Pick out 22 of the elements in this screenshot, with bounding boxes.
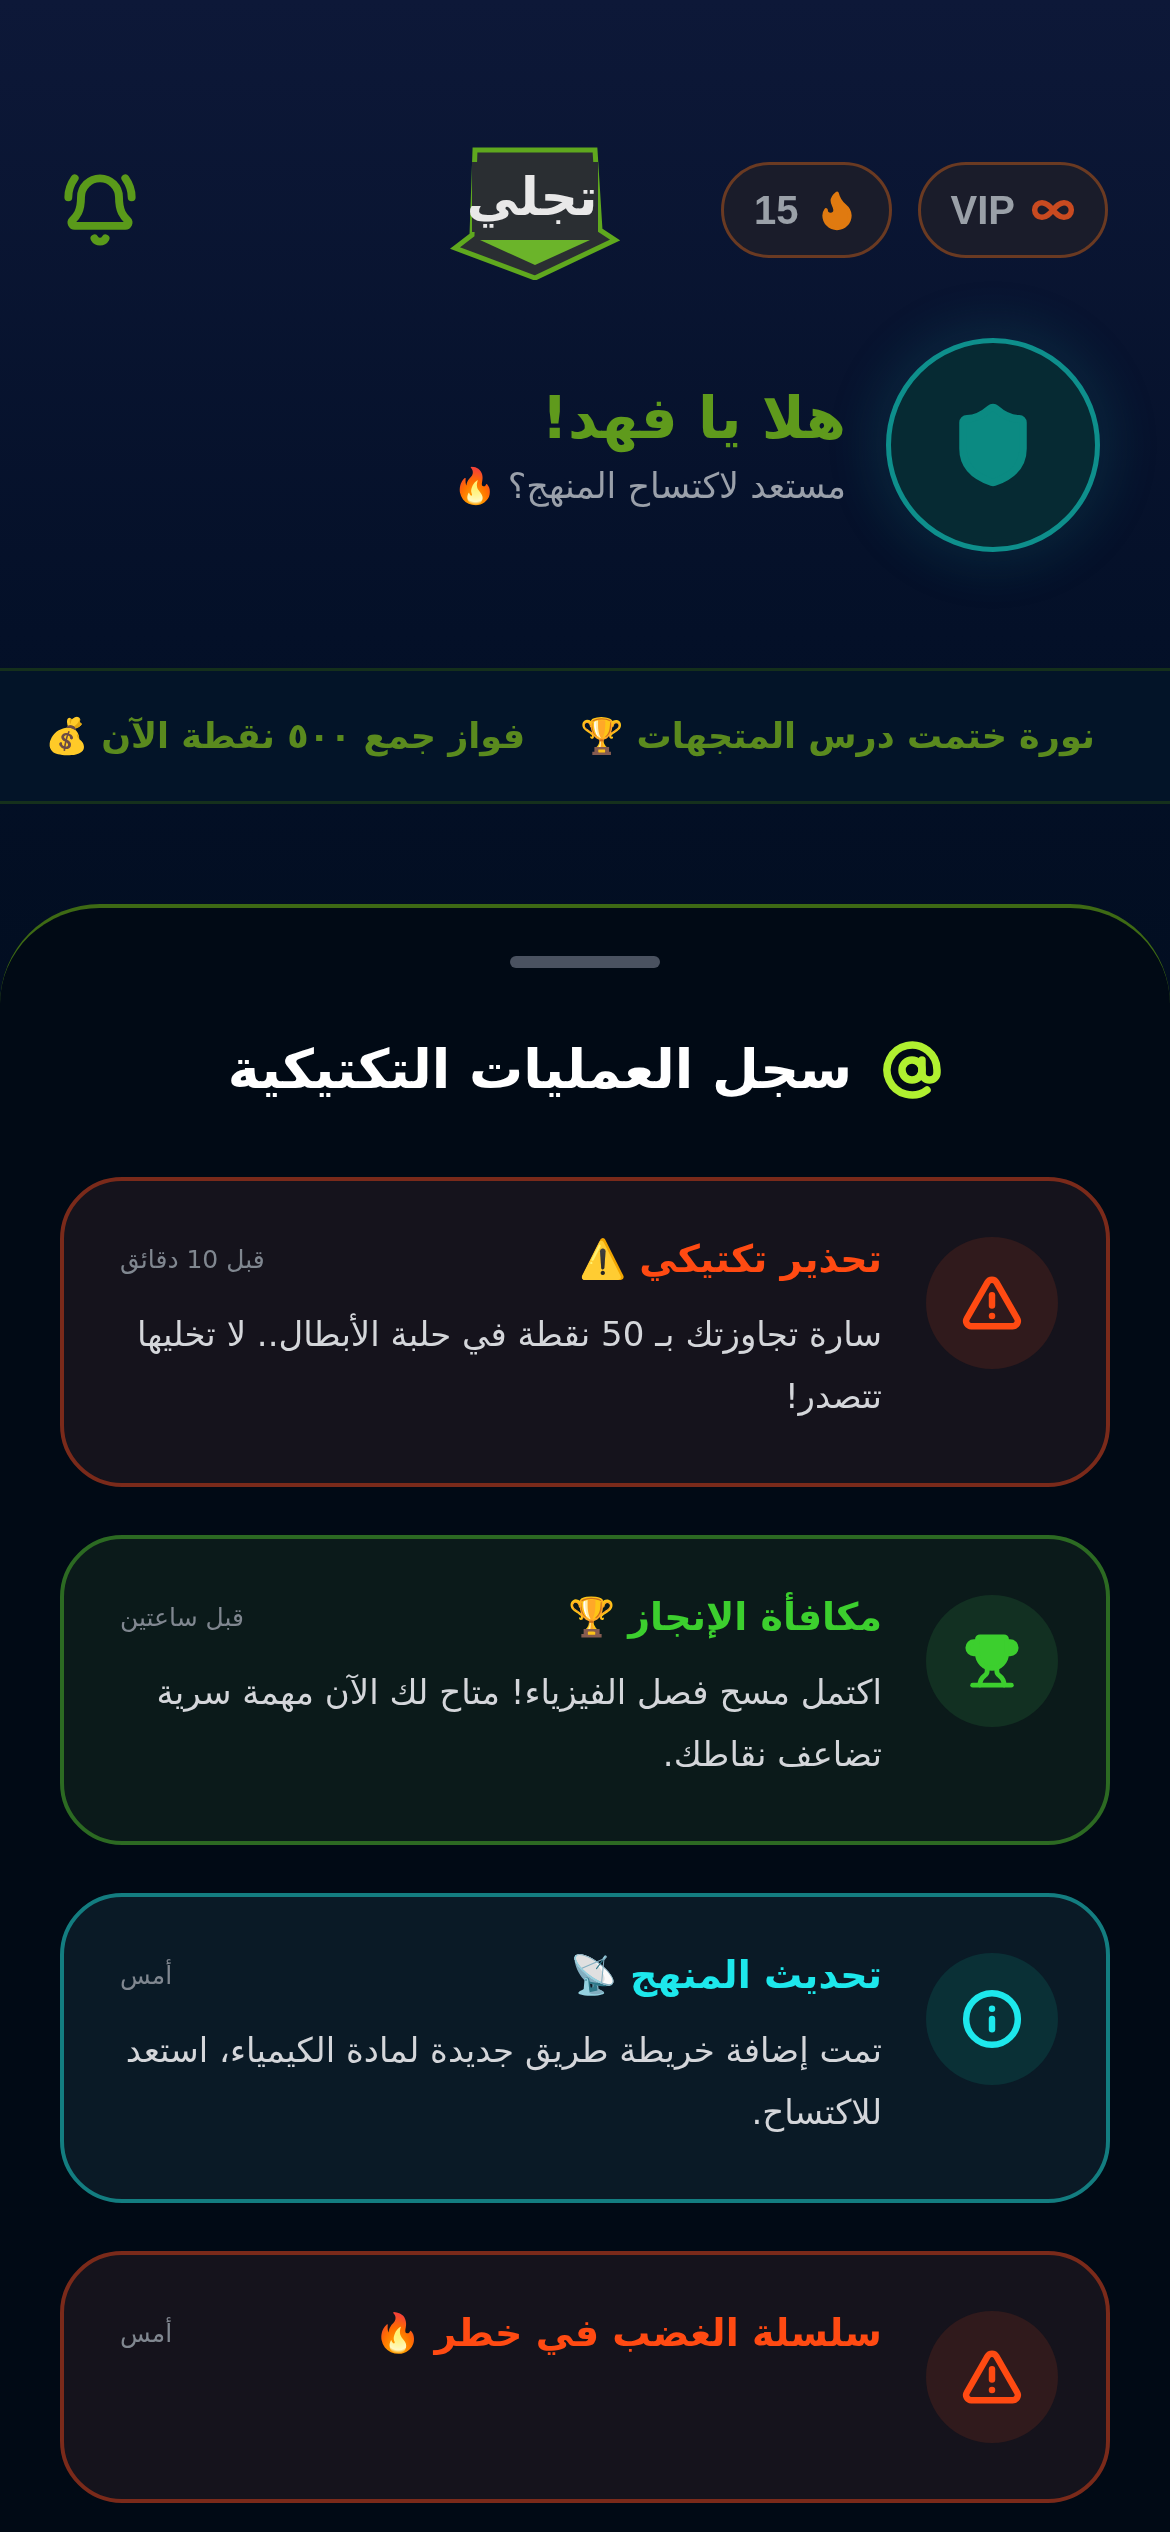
card-time: قبل ساعتين (120, 1602, 244, 1632)
greeting-subtitle: مستعد لاكتساح المنهج؟ 🔥 (452, 465, 846, 507)
ticker-item: فواز جمع ٥٠٠ نقطة الآن 💰 (45, 715, 526, 757)
vip-badge[interactable]: VIP (917, 162, 1108, 258)
logo-text: تجلي (471, 162, 598, 232)
card-title: سلسلة الغضب في خطر 🔥 (374, 2311, 882, 2355)
ticker-item: نورة ختمت درس المتجهات 🏆 (580, 715, 1095, 757)
card-body: اكتمل مسح فصل الفيزياء! متاح لك الآن مهمة سرية تضاعف نقاطك. (155, 1671, 882, 1776)
notification-card[interactable]: تحديث المنهج 📡 أمس تمت إضافة خريطة طريق جديدة لمادة الكيمياء، استعد للاكتساح. (60, 1893, 1110, 2203)
card-body: سارة تجاوزتك بـ 50 نقطة في حلبة الأبطال.. لا تخليها تتصدر! (135, 1312, 882, 1418)
notification-card[interactable]: سلسلة الغضب في خطر 🔥 أمس (60, 2251, 1110, 2503)
greeting-title: هلا يا فهد! (540, 383, 846, 452)
card-time: أمس (120, 1960, 173, 1990)
card-title: تحذير تكتيكي ⚠ (579, 1237, 882, 1281)
notification-card[interactable]: تحذير تكتيكي ⚠ قبل 10 دقائق سارة تجاوزتك بـ 50 نقطة في حلبة الأبطال.. لا تخليها تتصدر! (60, 1177, 1110, 1487)
streak-badge[interactable]: 15 (721, 162, 892, 258)
card-time: قبل 10 دقائق (120, 1244, 265, 1274)
card-body: تمت إضافة خريطة طريق جديدة لمادة الكيمياء، استعد للاكتساح. (124, 2029, 882, 2134)
card-title: تحديث المنهج 📡 (569, 1953, 882, 1997)
card-time: أمس (120, 2318, 173, 2348)
sheet-title: سجل العمليات التكتيكية (227, 1038, 853, 1101)
notification-card[interactable]: مكافأة الإنجاز 🏆 قبل ساعتين اكتمل مسح فصل الفيزياء! متاح لك الآن مهمة سرية تضاعف نقاطك. (60, 1535, 1110, 1845)
